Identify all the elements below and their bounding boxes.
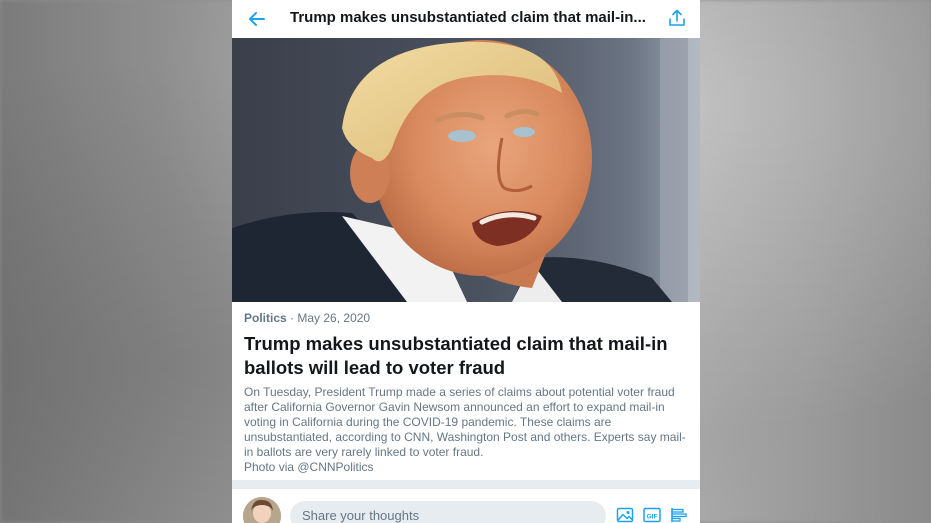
article-summary: On Tuesday, President Trump made a serie…: [244, 385, 686, 459]
photo-credit[interactable]: Photo via @CNNPolitics: [244, 460, 690, 475]
image-icon: [616, 507, 634, 523]
reply-input[interactable]: [290, 501, 606, 523]
add-gif-button[interactable]: GIF: [643, 506, 663, 523]
poll-icon: [671, 508, 687, 522]
top-bar: Trump makes unsubstantiated claim that m…: [232, 0, 700, 38]
article-photo: [232, 38, 700, 302]
share-icon: [669, 9, 685, 26]
article-details: Politics · May 26, 2020 Trump makes unsu…: [244, 310, 690, 475]
article-meta: Politics · May 26, 2020: [244, 310, 690, 326]
reply-composer: GIF: [232, 489, 700, 523]
portrait-illustration: [232, 38, 700, 302]
meta-separator: ·: [290, 311, 295, 325]
section-divider: [232, 480, 700, 489]
svg-text:GIF: GIF: [647, 513, 658, 520]
back-button[interactable]: [246, 8, 268, 30]
article-headline: Trump makes unsubstantiated claim that m…: [244, 333, 668, 378]
gif-icon: GIF: [643, 507, 661, 523]
add-image-button[interactable]: [616, 506, 636, 523]
share-button[interactable]: [666, 7, 688, 29]
avatar-image: [243, 497, 281, 523]
back-arrow-icon: [249, 12, 265, 26]
page-title: Trump makes unsubstantiated claim that m…: [290, 9, 646, 26]
article-date: May 26, 2020: [297, 311, 371, 325]
add-poll-button[interactable]: [670, 506, 690, 523]
moment-panel: Trump makes unsubstantiated claim that m…: [232, 0, 700, 523]
avatar[interactable]: [243, 497, 281, 523]
category-link[interactable]: Politics: [244, 311, 287, 325]
